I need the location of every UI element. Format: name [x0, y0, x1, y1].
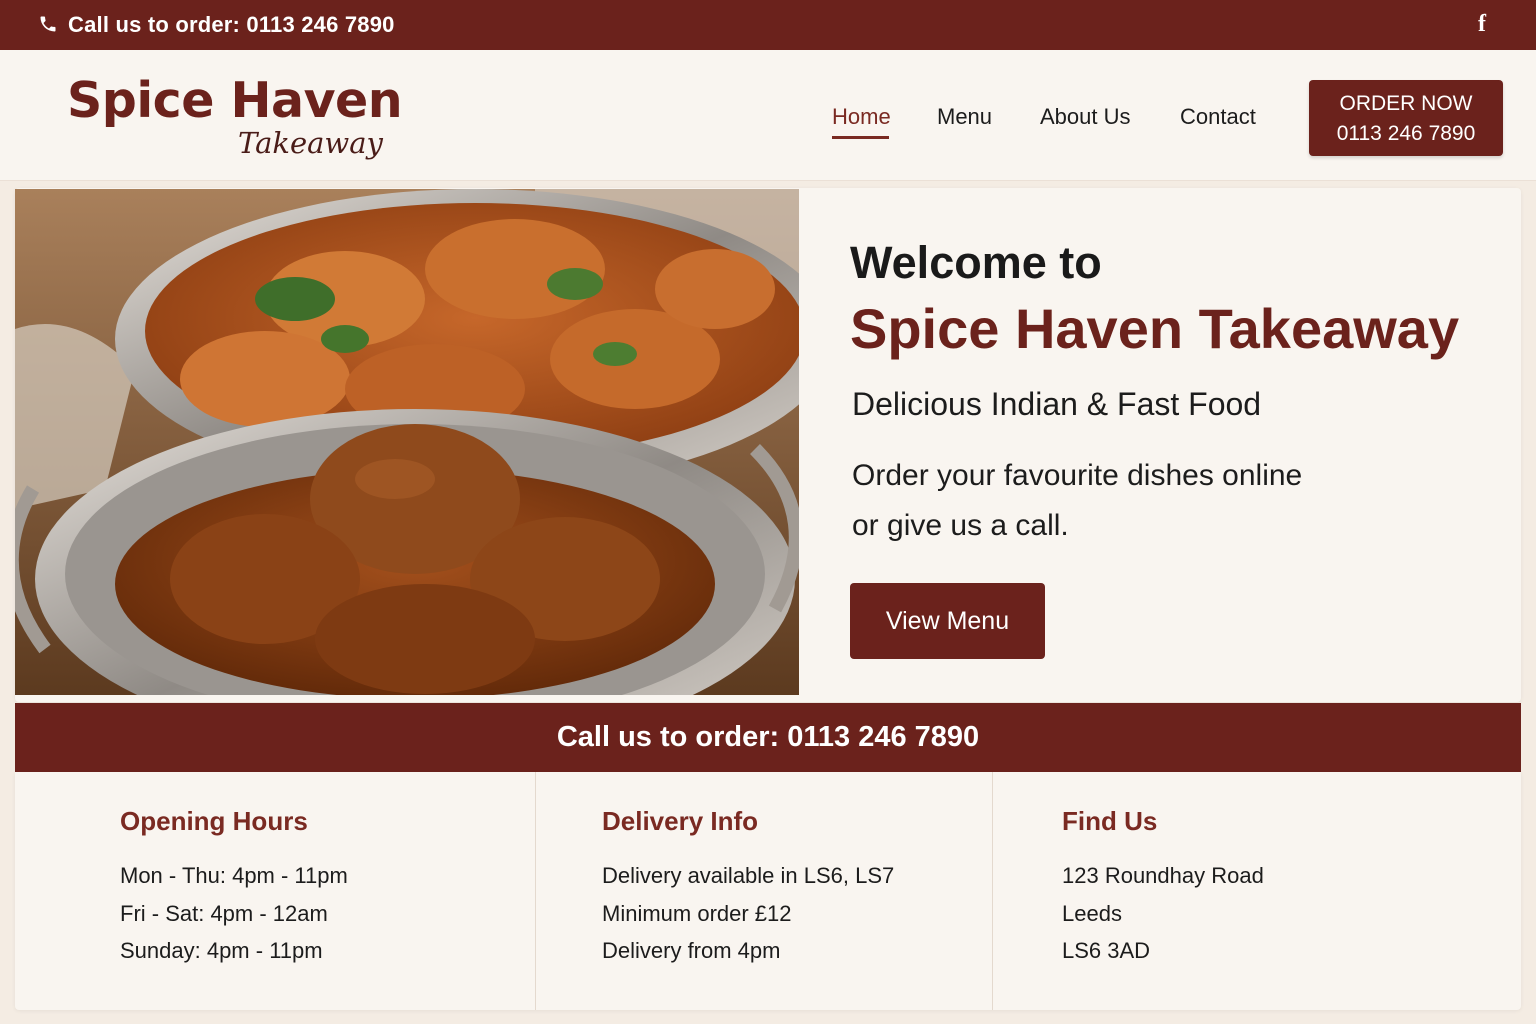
hero-welcome: Welcome to — [850, 237, 1102, 288]
nav-menu[interactable]: Menu — [937, 104, 992, 130]
opening-hours-line: Sunday: 4pm - 11pm — [120, 938, 323, 963]
site-header: Spice Haven Takeaway Home Menu About Us … — [0, 50, 1536, 181]
column-divider — [535, 772, 536, 1010]
facebook-icon[interactable]: f — [1478, 11, 1486, 38]
hero-food-image — [15, 189, 799, 695]
nav-home[interactable]: Home — [832, 104, 891, 130]
hero-subtitle: Delicious Indian & Fast Food — [852, 386, 1262, 422]
top-bar: Call us to order: 0113 246 7890 f — [0, 0, 1536, 50]
delivery-info-line: Delivery from 4pm — [602, 938, 781, 963]
address-line: Leeds — [1062, 901, 1122, 926]
order-now-phone: 0113 246 7890 — [1336, 122, 1476, 145]
delivery-info-line: Delivery available in LS6, LS7 — [602, 863, 895, 888]
logo-title[interactable]: Spice Haven — [67, 72, 403, 129]
phone-icon — [40, 16, 56, 32]
nav-about-us[interactable]: About Us — [1040, 104, 1131, 130]
opening-hours-line: Fri - Sat: 4pm - 12am — [120, 901, 328, 926]
nav-contact[interactable]: Contact — [1180, 104, 1256, 130]
view-menu-button[interactable]: View Menu — [850, 583, 1045, 659]
call-to-order-banner[interactable]: Call us to order: 0113 246 7890 — [15, 703, 1521, 772]
opening-hours-line: Mon - Thu: 4pm - 11pm — [120, 863, 348, 888]
column-divider — [992, 772, 993, 1010]
opening-hours-title: Opening Hours — [120, 806, 308, 836]
address-line: LS6 3AD — [1062, 938, 1151, 963]
delivery-info-line: Minimum order £12 — [602, 901, 792, 926]
order-now-label: ORDER NOW — [1339, 92, 1473, 115]
delivery-info-title: Delivery Info — [602, 806, 759, 836]
find-us-title: Find Us — [1062, 806, 1158, 836]
address-line: 123 Roundhay Road — [1062, 863, 1264, 888]
nav-active-underline — [832, 136, 889, 139]
hero-title: Spice Haven Takeaway — [850, 297, 1460, 360]
hero-description-line-2: or give us a call. — [852, 509, 1069, 542]
order-now-button[interactable]: ORDER NOW 0113 246 7890 — [1309, 80, 1503, 156]
logo-subtitle: Takeaway — [238, 126, 383, 160]
hero-description-line-1: Order your favourite dishes online — [852, 459, 1303, 492]
topbar-phone-text[interactable]: Call us to order: 0113 246 7890 — [68, 12, 395, 38]
